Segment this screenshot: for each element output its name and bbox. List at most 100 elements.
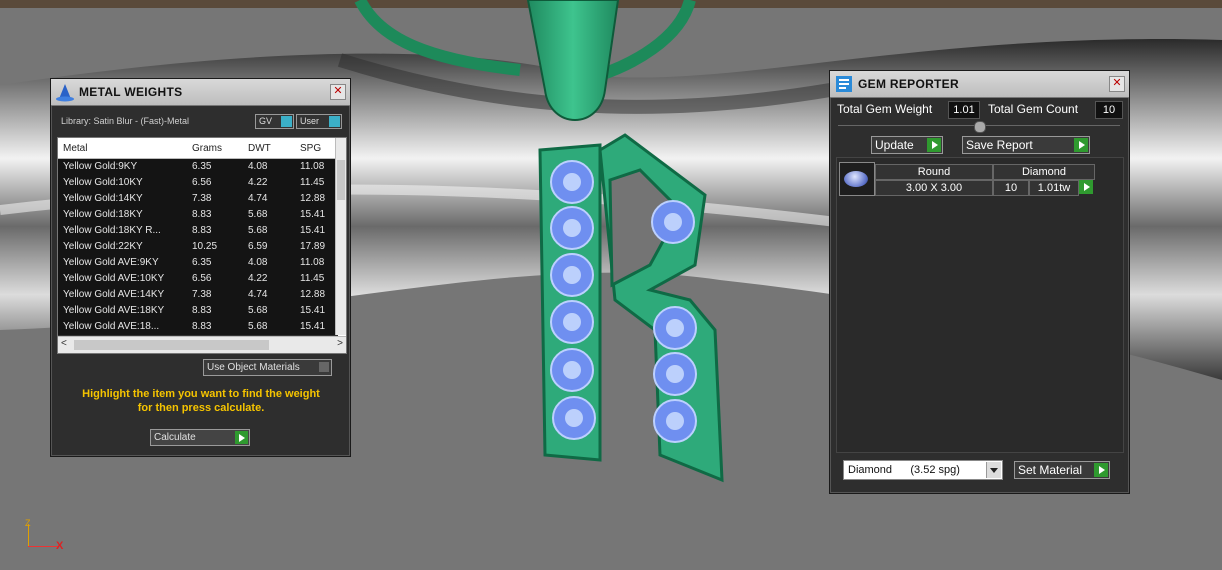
table-row[interactable]: Yellow Gold AVE:18KY 8.83 5.68 15.41 (58, 303, 338, 320)
cell-dwt: 4.22 (248, 273, 268, 284)
gem-weight: 1.01tw (1029, 180, 1079, 196)
instruction-text: Highlight the item you want to find the … (61, 387, 341, 415)
close-icon[interactable]: ✕ (1109, 76, 1125, 92)
total-gem-count-value: 10 (1095, 101, 1123, 119)
report-icon (836, 76, 852, 92)
cell-spg: 12.88 (300, 193, 326, 204)
play-icon (927, 138, 941, 152)
total-gem-weight-value: 1.01 (948, 101, 980, 119)
table-row[interactable]: Yellow Gold:18KY 8.83 5.68 15.41 (58, 207, 338, 224)
cell-grams: 8.83 (192, 321, 212, 332)
cell-grams: 8.83 (192, 209, 212, 220)
cell-spg: 15.41 (300, 321, 326, 332)
update-label: Update (875, 138, 914, 152)
scroll-thumb[interactable] (337, 160, 345, 200)
cell-metal: Yellow Gold:22KY (63, 241, 143, 252)
metal-weights-panel: METAL WEIGHTS ✕ Library: Satin Blur - (F… (50, 78, 351, 457)
cell-dwt: 4.74 (248, 193, 268, 204)
cell-spg: 11.08 (300, 257, 325, 268)
toggle-user-indicator (329, 116, 340, 127)
table-row[interactable]: Yellow Gold:9KY 6.35 4.08 11.08 (58, 159, 338, 176)
cell-metal: Yellow Gold:10KY (63, 177, 143, 188)
calculate-label: Calculate (154, 432, 196, 443)
metal-table[interactable]: Metal Grams DWT SPG Yellow Gold:9KY 6.35 4… (57, 137, 347, 354)
material-select[interactable]: Diamond (3.52 spg) (843, 460, 1003, 480)
header-dwt[interactable]: DWT (248, 143, 271, 154)
chevron-down-icon[interactable] (986, 462, 1001, 478)
close-icon[interactable]: ✕ (330, 84, 346, 100)
vertical-scrollbar[interactable] (335, 138, 346, 335)
cell-spg: 15.41 (300, 305, 326, 316)
gem-shape: Round (875, 164, 993, 180)
save-report-button[interactable]: Save Report (962, 136, 1090, 154)
cell-metal: Yellow Gold:9KY (63, 161, 138, 172)
total-gem-weight-label: Total Gem Weight (837, 102, 933, 116)
gem-size: 3.00 X 3.00 (875, 180, 993, 196)
cell-spg: 15.41 (300, 209, 326, 220)
table-row[interactable]: Yellow Gold:10KY 6.56 4.22 11.45 (58, 175, 338, 192)
use-object-materials-label: Use Object Materials (207, 362, 300, 373)
cell-dwt: 4.22 (248, 177, 268, 188)
header-metal[interactable]: Metal (63, 143, 87, 154)
cell-metal: Yellow Gold:18KY R... (63, 225, 161, 236)
toggle-gv[interactable]: GV (255, 114, 294, 129)
scroll-left-icon[interactable]: < (61, 338, 67, 349)
cell-grams: 6.56 (192, 273, 212, 284)
gem-list[interactable]: Round Diamond 3.00 X 3.00 10 1.01tw (836, 157, 1124, 453)
toggle-gv-indicator (281, 116, 292, 127)
use-object-materials-box (319, 362, 329, 372)
set-material-button[interactable]: Set Material (1014, 461, 1110, 479)
cell-spg: 15.41 (300, 225, 326, 236)
header-spg[interactable]: SPG (300, 143, 321, 154)
collapse-toggle-icon[interactable] (974, 121, 986, 133)
gem-count: 10 (993, 180, 1029, 196)
table-row[interactable]: Yellow Gold:18KY R... 8.83 5.68 15.41 (58, 223, 338, 240)
h-scroll-thumb[interactable] (74, 340, 269, 350)
cell-metal: Yellow Gold AVE:18KY (63, 305, 165, 316)
toggle-user-label: User (300, 116, 320, 126)
table-row[interactable]: Yellow Gold:22KY 10.25 6.59 17.89 (58, 239, 338, 256)
cell-grams: 8.83 (192, 225, 212, 236)
play-icon (1094, 463, 1108, 477)
cell-dwt: 6.59 (248, 241, 268, 252)
horizontal-scrollbar[interactable]: < > (58, 336, 346, 353)
toggle-user[interactable]: User (296, 114, 342, 129)
gem-row[interactable]: Round Diamond 3.00 X 3.00 10 1.01tw (839, 162, 1101, 196)
cell-dwt: 4.08 (248, 161, 268, 172)
update-button[interactable]: Update (871, 136, 943, 154)
toggle-gv-label: GV (259, 116, 273, 126)
cell-grams: 6.35 (192, 257, 212, 268)
axis-x-line (28, 546, 58, 547)
cell-metal: Yellow Gold AVE:14KY (63, 289, 165, 300)
cell-grams: 6.56 (192, 177, 212, 188)
gem-select-button[interactable] (1079, 180, 1093, 194)
header-grams[interactable]: Grams (192, 143, 222, 154)
use-object-materials-button[interactable]: Use Object Materials (203, 359, 332, 376)
cell-dwt: 5.68 (248, 209, 268, 220)
set-material-label: Set Material (1018, 463, 1083, 477)
save-report-label: Save Report (966, 138, 1033, 152)
metal-weights-titlebar[interactable]: METAL WEIGHTS ✕ (51, 79, 350, 106)
gem-reporter-titlebar[interactable]: GEM REPORTER ✕ (830, 71, 1129, 98)
table-row[interactable]: Yellow Gold AVE:9KY 6.35 4.08 11.08 (58, 255, 338, 272)
round-gem-thumbnail-icon (839, 162, 875, 196)
hint-line-1: Highlight the item you want to find the … (82, 388, 320, 400)
cell-dwt: 5.68 (248, 225, 268, 236)
calculate-button[interactable]: Calculate (150, 429, 250, 446)
cell-grams: 10.25 (192, 241, 218, 252)
axis-gizmo: Z X (22, 518, 72, 558)
scroll-right-icon[interactable]: > (337, 338, 343, 349)
cell-dwt: 5.68 (248, 321, 268, 332)
play-icon (1074, 138, 1088, 152)
table-row[interactable]: Yellow Gold AVE:14KY 7.38 4.74 12.88 (58, 287, 338, 304)
axis-x-label: X (56, 540, 64, 552)
table-row[interactable]: Yellow Gold AVE:10KY 6.56 4.22 11.45 (58, 271, 338, 288)
cell-spg: 11.08 (300, 161, 325, 172)
cell-spg: 12.88 (300, 289, 326, 300)
play-icon (235, 431, 248, 444)
play-icon (1084, 183, 1090, 191)
cell-grams: 6.35 (192, 161, 212, 172)
gem-type: Diamond (993, 164, 1095, 180)
table-row[interactable]: Yellow Gold AVE:18... 8.83 5.68 15.41 (58, 319, 338, 336)
table-row[interactable]: Yellow Gold:14KY 7.38 4.74 12.88 (58, 191, 338, 208)
